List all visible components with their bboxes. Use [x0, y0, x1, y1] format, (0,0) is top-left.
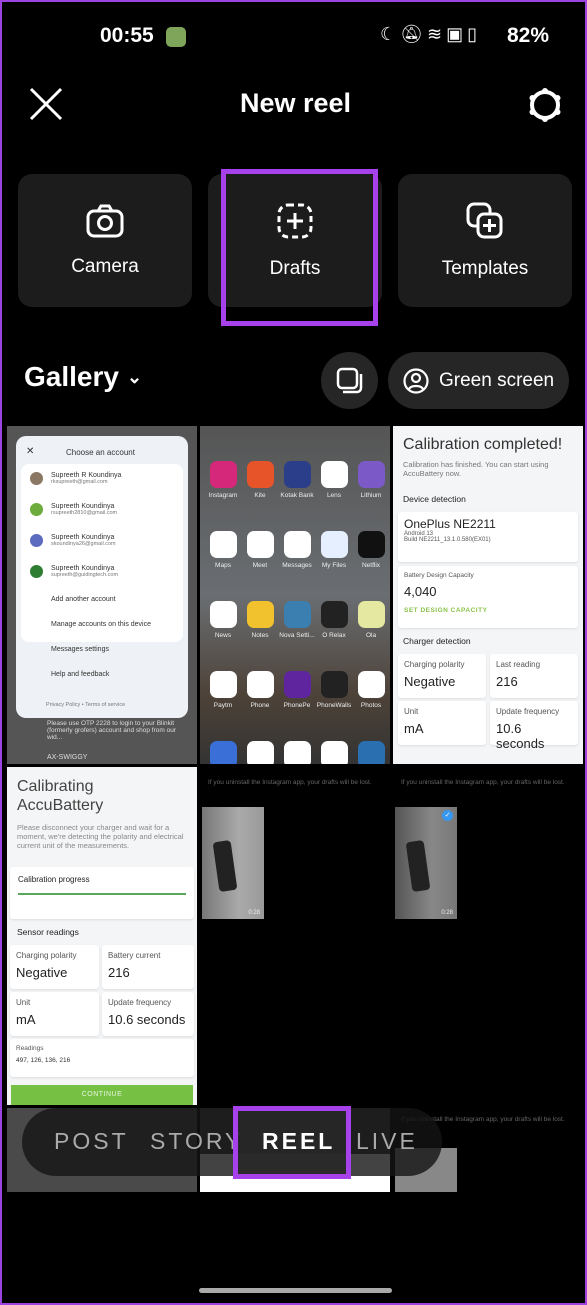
- app-label: Kite: [254, 492, 266, 499]
- set-design-capacity-link[interactable]: SET DESIGN CAPACITY: [404, 607, 572, 614]
- app-label: Meet: [252, 562, 268, 569]
- app-icon: [210, 671, 237, 698]
- page-title: New reel: [239, 88, 352, 118]
- app-label: Maps: [215, 562, 231, 569]
- gallery-item[interactable]: Instagram Kite Kotak Bank Lens Lithium Maps Me…: [200, 426, 390, 764]
- templates-button[interactable]: Templates: [398, 174, 572, 307]
- mode-live[interactable]: LIVE: [356, 1128, 418, 1155]
- app-icon: [284, 531, 311, 558]
- status-time: 00:55: [100, 24, 154, 47]
- green-screen-label: Green screen: [439, 369, 555, 391]
- app-icon: [247, 461, 274, 488]
- mode-story[interactable]: STORY: [150, 1128, 243, 1155]
- selected-check-icon: ✓: [442, 810, 453, 821]
- app-label: My Files: [321, 562, 347, 569]
- app-label: PhoneWalls: [316, 702, 352, 709]
- gallery-label: Gallery: [24, 361, 119, 392]
- mode-post[interactable]: POST: [54, 1128, 129, 1155]
- app-icon: [358, 741, 385, 764]
- app-label: Notes: [251, 632, 269, 639]
- app-icon: [210, 741, 237, 764]
- templates-icon: [466, 202, 503, 238]
- wifi-icon: ≋: [427, 24, 447, 44]
- moon-icon: ☾: [380, 24, 401, 44]
- gallery-item[interactable]: If you uninstall the Instagram app, your…: [200, 767, 390, 1105]
- multi-select-button[interactable]: [321, 352, 378, 409]
- app-icon: [358, 671, 385, 698]
- app-label: News: [214, 632, 232, 639]
- app-label: Messages: [282, 562, 312, 569]
- app-icon: [321, 671, 348, 698]
- app-icon: [284, 741, 311, 764]
- app-label: PhonePe: [283, 702, 311, 709]
- multi-select-icon: [336, 367, 362, 393]
- camera-label: Camera: [71, 255, 139, 277]
- continue-button[interactable]: CONTINUE: [11, 1085, 193, 1105]
- dialog-title: Choose an account: [66, 448, 135, 457]
- gallery-item[interactable]: Calibrating AccuBattery Please disconnec…: [7, 767, 197, 1105]
- app-label: O Relax: [322, 632, 346, 639]
- app-label: Nova Setti...: [279, 632, 315, 639]
- app-icon: [210, 461, 237, 488]
- app-icon: [210, 601, 237, 628]
- green-screen-button[interactable]: Green screen: [388, 352, 569, 409]
- battery-percent: 82%: [507, 24, 550, 47]
- app-icon: [247, 671, 274, 698]
- app-icon: [321, 601, 348, 628]
- close-icon: ✕: [26, 446, 35, 457]
- gallery-item[interactable]: Calibration completed! Calibration has f…: [393, 426, 583, 764]
- app-label: Phone: [250, 702, 270, 709]
- app-icon: [284, 601, 311, 628]
- templates-label: Templates: [441, 257, 529, 279]
- app-icon: [247, 601, 274, 628]
- mode-reel[interactable]: REEL: [262, 1128, 335, 1155]
- app-icon: [358, 461, 385, 488]
- notification-app-icon: [166, 27, 186, 47]
- app-icon: [284, 461, 311, 488]
- app-icon: [210, 531, 237, 558]
- app-icon: [358, 531, 385, 558]
- app-icon: [321, 741, 348, 764]
- app-label: Lithium: [360, 492, 382, 499]
- app-icon: [247, 741, 274, 764]
- app-icon: [284, 671, 311, 698]
- person-circle-icon: [403, 367, 429, 394]
- home-indicator[interactable]: [199, 1288, 392, 1293]
- bell-off-icon: 🔕︎: [400, 24, 427, 44]
- app-icon: [247, 531, 274, 558]
- gallery-item[interactable]: If you uninstall the Instagram app, your…: [393, 767, 583, 1105]
- drafts-highlight: [221, 169, 378, 326]
- camera-icon: [86, 204, 124, 237]
- app-icon: [321, 461, 348, 488]
- status-icons: ☾🔕︎≋▣▯: [380, 24, 481, 45]
- app-label: Instagram: [208, 492, 238, 499]
- app-label: Kotak Bank: [280, 492, 314, 499]
- gallery-dropdown[interactable]: Gallery ⌄: [24, 361, 142, 393]
- account-dialog: ✕ Choose an account Supreeth R Koundinya…: [16, 436, 188, 718]
- app-label: Lens: [326, 492, 342, 499]
- settings-button[interactable]: [526, 86, 564, 124]
- app-label: Paytm: [213, 702, 233, 709]
- chevron-down-icon: ⌄: [126, 366, 143, 387]
- draft-video[interactable]: ✓ 0:28: [395, 807, 457, 919]
- app-label: Netflix: [361, 562, 381, 569]
- app-label: Ola: [365, 632, 377, 639]
- app-icon: [358, 601, 385, 628]
- sim-off-icon: ▣: [446, 24, 468, 44]
- app-icon: [321, 531, 348, 558]
- message-sender: AX-SWIGGY: [47, 754, 88, 761]
- battery-icon: ▯: [467, 24, 482, 44]
- message-preview: Please use OTP 2228 to login to your Bli…: [47, 720, 176, 741]
- gear-icon: [529, 88, 561, 122]
- draft-video[interactable]: 0:28: [202, 807, 264, 919]
- app-label: Photos: [360, 702, 382, 709]
- account-list: Supreeth R Koundinya rksupreeth@gmail.com…: [30, 472, 151, 696]
- gallery-item[interactable]: ✕ Choose an account Supreeth R Koundinya…: [7, 426, 197, 764]
- camera-button[interactable]: Camera: [18, 174, 192, 307]
